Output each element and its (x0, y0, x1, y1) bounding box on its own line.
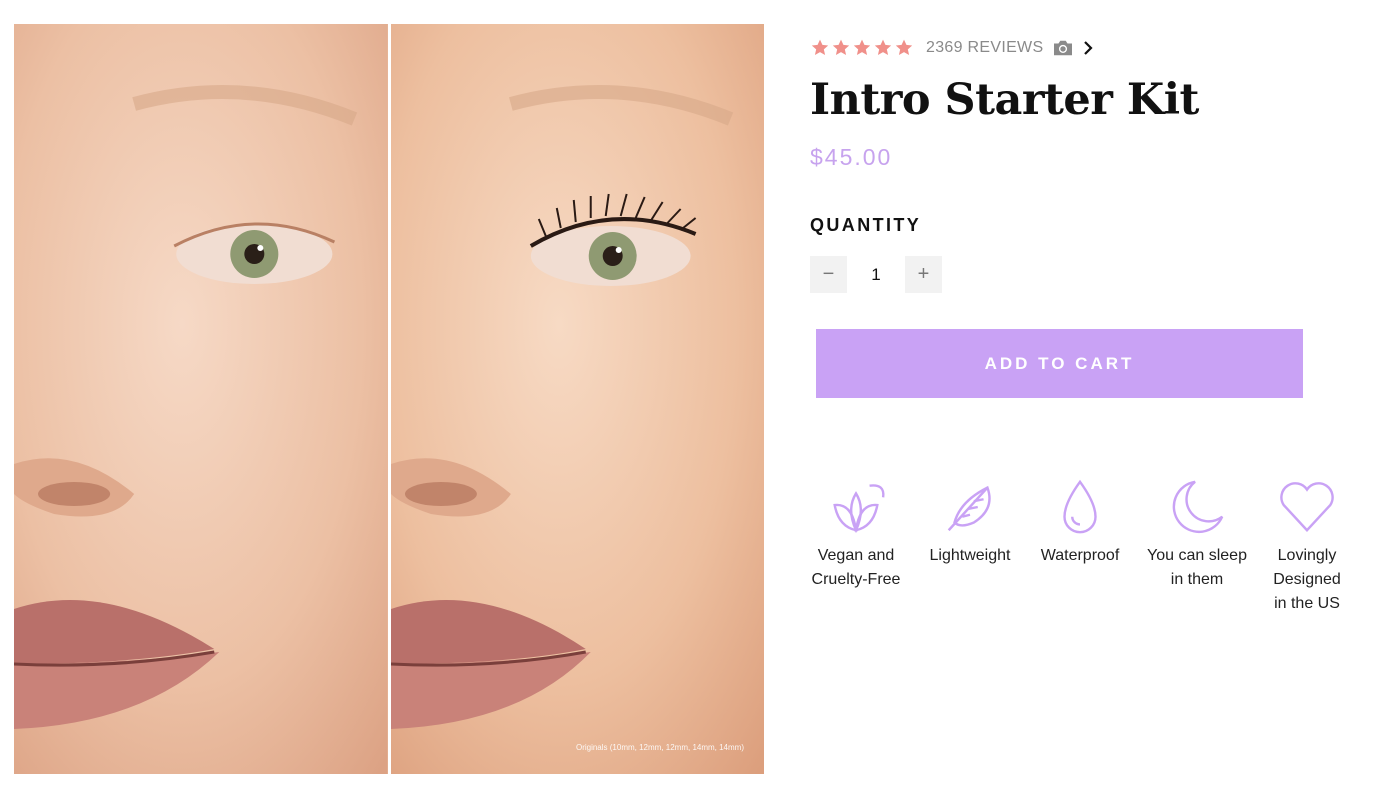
heart-icon (1280, 482, 1334, 533)
feature-label-line: in the US (1274, 595, 1340, 612)
product-title: Intro Starter Kit (810, 75, 1199, 125)
feature-lightweight: Lightweight (912, 476, 1028, 616)
feature-vegan: Vegan and Cruelty-Free (800, 476, 912, 616)
product-info: 2369 REVIEWS Intro Starter Kit $45.00 QU… (810, 36, 1350, 398)
feature-label-line: Designed (1273, 571, 1341, 588)
camera-icon[interactable] (1052, 39, 1074, 57)
product-gallery: Originals (10mm, 12mm, 12mm, 14mm, 14mm) (14, 24, 764, 774)
quantity-decrement-button[interactable]: − (810, 256, 847, 293)
rating-row[interactable]: 2369 REVIEWS (810, 36, 1350, 60)
image-caption: Originals (10mm, 12mm, 12mm, 14mm, 14mm) (575, 743, 744, 752)
feature-waterproof: Waterproof (1028, 476, 1132, 616)
feature-sleep: You can sleep in them (1132, 476, 1262, 616)
feature-label-line: Cruelty-Free (811, 571, 901, 588)
moon-icon (1172, 480, 1224, 534)
quantity-label: QUANTITY (810, 215, 922, 235)
before-photo[interactable] (14, 24, 388, 774)
star-rating (810, 38, 914, 58)
star-icon (853, 39, 871, 55)
star-icon (895, 39, 913, 55)
star-icon (811, 39, 829, 55)
feature-label-line: You can sleep (1147, 547, 1247, 564)
feature-label-line: Vegan and (817, 547, 895, 564)
quantity-input[interactable]: 1 (847, 265, 905, 285)
chevron-right-icon[interactable] (1082, 40, 1094, 56)
quantity-stepper: − 1 + (810, 256, 1350, 293)
feature-designed-us: Lovingly Designed in the US (1262, 476, 1352, 616)
feature-label-line: Lightweight (929, 547, 1011, 564)
feature-label-line: in them (1170, 571, 1224, 588)
product-price: $45.00 (810, 144, 893, 170)
feature-list: Vegan and Cruelty-Free Lightweight Water… (800, 476, 1352, 616)
add-to-cart-button[interactable]: ADD TO CART (816, 329, 1303, 398)
feature-label-line: Lovingly (1277, 547, 1337, 564)
feather-icon (947, 485, 991, 532)
quantity-increment-button[interactable]: + (905, 256, 942, 293)
star-icon (874, 39, 892, 55)
reviews-count[interactable]: 2369 REVIEWS (926, 39, 1043, 57)
water-drop-icon (1063, 479, 1097, 534)
feature-label-line: Waterproof (1040, 547, 1120, 564)
after-photo[interactable]: Originals (10mm, 12mm, 12mm, 14mm, 14mm) (390, 24, 764, 774)
star-icon (832, 39, 850, 55)
leaves-icon (833, 484, 885, 534)
